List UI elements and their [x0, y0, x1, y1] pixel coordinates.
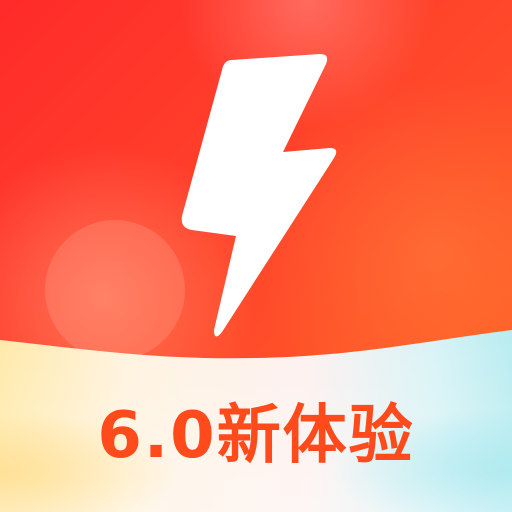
app-icon: 6.0新体验 [0, 0, 512, 512]
version-badge-text: 6.0新体验 [97, 399, 415, 473]
